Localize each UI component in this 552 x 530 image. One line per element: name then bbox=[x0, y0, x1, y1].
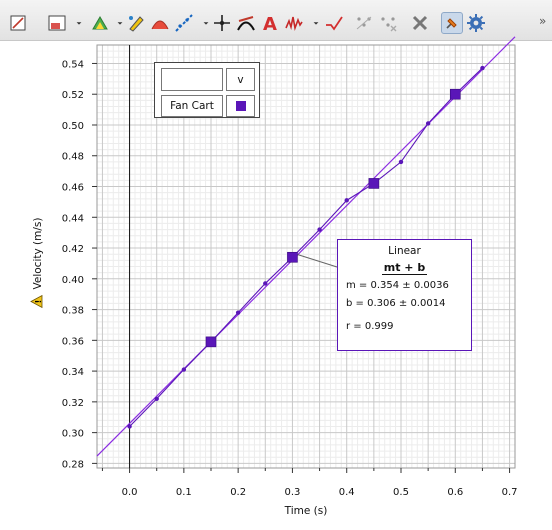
y-axis-title: Velocity (m/s) bbox=[32, 218, 44, 290]
data-point-marker[interactable] bbox=[368, 178, 380, 189]
data-point[interactable] bbox=[344, 198, 349, 203]
legend-series-swatch[interactable] bbox=[226, 95, 255, 117]
y-tick-label: 0.46 bbox=[62, 183, 84, 194]
legend-header-blank bbox=[161, 68, 223, 91]
legend: v Fan Cart bbox=[154, 62, 260, 118]
y-tick-label: 0.40 bbox=[62, 275, 84, 286]
data-point[interactable] bbox=[127, 424, 132, 429]
fit-slope: m = 0.354 ± 0.0036 bbox=[346, 280, 449, 291]
y-tick-label: 0.42 bbox=[62, 244, 84, 255]
y-tick-label: 0.30 bbox=[62, 429, 84, 440]
y-tick-label: 0.44 bbox=[62, 213, 84, 224]
svg-text:!: ! bbox=[34, 300, 43, 304]
legend-series-label[interactable]: Fan Cart bbox=[161, 95, 223, 117]
y-tick-label: 0.34 bbox=[62, 367, 84, 378]
x-axis-title: Time (s) bbox=[284, 505, 328, 517]
fit-title: Linear bbox=[388, 245, 421, 257]
x-tick-label: 0.6 bbox=[447, 487, 463, 498]
fit-equation: mt + b bbox=[338, 261, 471, 275]
x-axis-ticks: 0.0 0.1 0.2 0.3 0.4 0.5 0.6 0.7 bbox=[101, 468, 518, 498]
x-tick-label: 0.4 bbox=[339, 487, 355, 498]
data-point[interactable] bbox=[317, 227, 322, 232]
y-tick-label: 0.36 bbox=[62, 336, 84, 347]
x-tick-label: 0.2 bbox=[230, 487, 246, 498]
y-axis-ticks: 0.28 0.30 0.32 0.34 0.36 0.38 0.40 0.42 0.44 0.46… bbox=[62, 59, 97, 470]
data-point-marker[interactable] bbox=[449, 88, 461, 100]
fit-correlation: r = 0.999 bbox=[346, 321, 394, 332]
y-tick-label: 0.38 bbox=[62, 306, 84, 317]
x-tick-label: 0.7 bbox=[502, 487, 518, 498]
data-point[interactable] bbox=[263, 281, 268, 286]
y-tick-label: 0.52 bbox=[62, 90, 84, 101]
data-point[interactable] bbox=[181, 367, 187, 372]
y-tick-label: 0.48 bbox=[62, 152, 84, 163]
data-point[interactable] bbox=[154, 396, 159, 401]
data-point-marker[interactable] bbox=[287, 251, 298, 263]
data-point[interactable] bbox=[398, 159, 404, 165]
data-point[interactable] bbox=[425, 121, 431, 126]
fit-intercept: b = 0.306 ± 0.0014 bbox=[346, 298, 446, 309]
y-tick-label: 0.54 bbox=[62, 59, 84, 70]
fit-equation-text: mt + b bbox=[381, 261, 428, 275]
warning-icon[interactable]: ! bbox=[30, 294, 43, 309]
series-color-swatch bbox=[235, 101, 246, 111]
data-point[interactable] bbox=[480, 65, 485, 71]
legend-column-label: v bbox=[226, 68, 255, 91]
x-tick-label: 0.5 bbox=[393, 487, 409, 498]
y-tick-label: 0.32 bbox=[62, 398, 84, 409]
data-point[interactable] bbox=[235, 310, 241, 315]
curve-fit-box[interactable]: Linear mt + b m = 0.354 ± 0.0036 b = 0.3… bbox=[337, 239, 472, 351]
y-tick-label: 0.28 bbox=[62, 459, 84, 470]
y-axis-title-group: ! Velocity (m/s) bbox=[30, 218, 44, 309]
y-tick-label: 0.50 bbox=[62, 121, 84, 132]
x-tick-label: 0.0 bbox=[122, 487, 138, 498]
x-tick-label: 0.3 bbox=[284, 487, 300, 498]
x-tick-label: 0.1 bbox=[176, 487, 192, 498]
data-point-marker[interactable] bbox=[205, 336, 217, 348]
